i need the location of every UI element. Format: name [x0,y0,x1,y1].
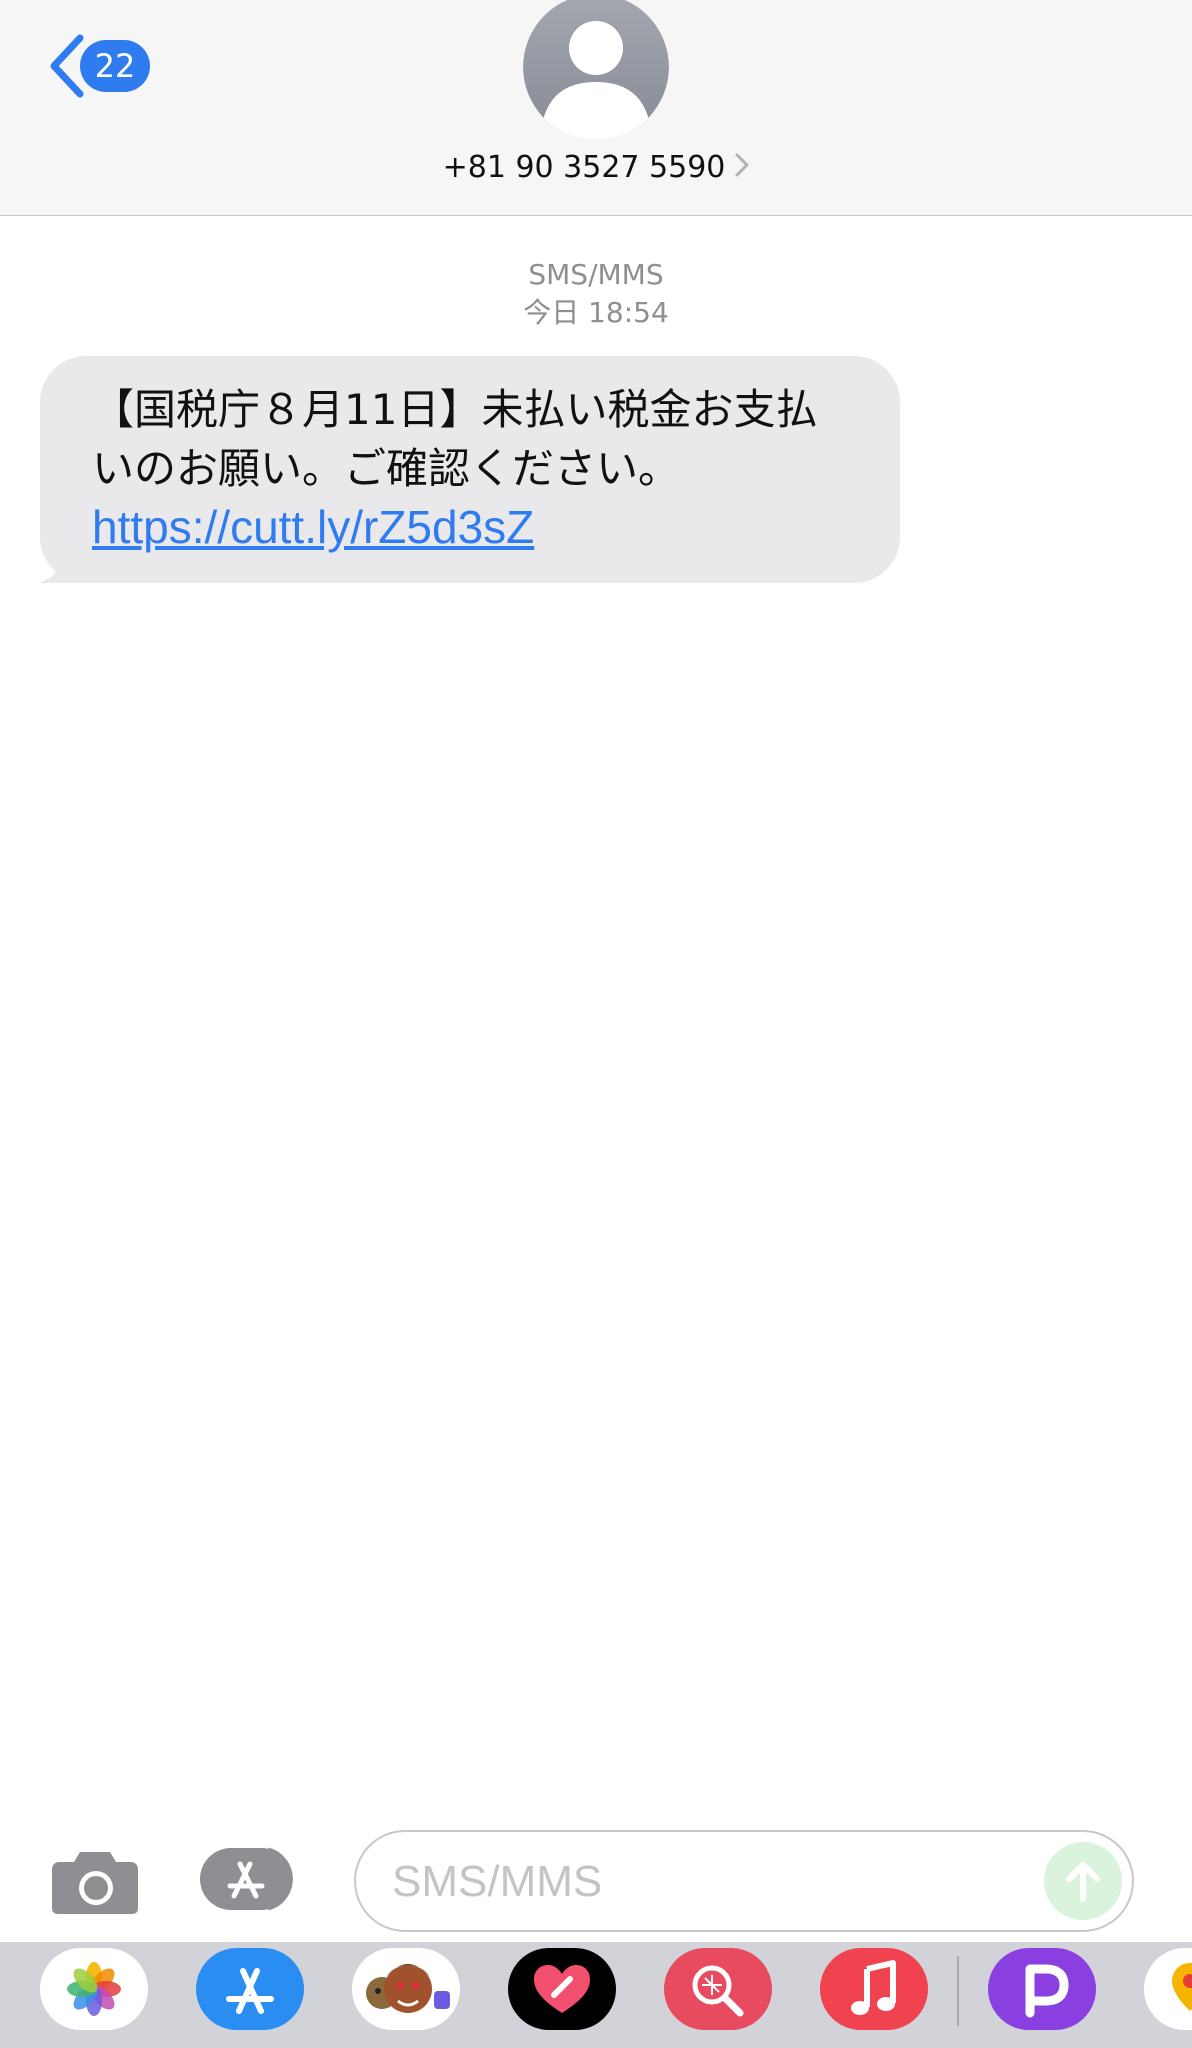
drawer-divider [957,1956,959,2026]
search-icon [692,1965,744,2017]
heart-icon [534,1965,590,2013]
message-input[interactable] [392,1854,1032,1910]
contact-number: +81 90 3527 5590 [442,150,726,185]
photos-icon [67,1962,121,2016]
message-link[interactable]: https://cutt.ly/rZ5d3sZ [92,498,864,557]
conversation-header: 22 +81 90 3527 5590 [0,0,1192,216]
music-app[interactable] [820,1948,928,2030]
incoming-message-bubble[interactable]: 【国税庁８月11日】未払い税金お支払 いのお願い。ご確認ください。 https:… [38,356,900,583]
camera-button[interactable] [50,1846,140,1916]
app-drawer [0,1942,1192,2048]
memoji-icon [366,1964,450,2013]
photos-app[interactable] [40,1948,148,2030]
arrow-up-icon [1066,1862,1100,1902]
app-store-app[interactable] [196,1948,304,2030]
contact-name-button[interactable]: +81 90 3527 5590 [0,150,1192,185]
chevron-right-icon [735,150,749,185]
message-field[interactable] [354,1830,1134,1932]
maps-app[interactable] [1144,1948,1192,2030]
app-store-icon [226,1968,274,2014]
send-button[interactable] [1044,1842,1122,1920]
message-line: 【国税庁８月11日】未払い税金お支払 [92,385,818,434]
camera-icon [52,1852,138,1914]
music-note-icon [851,1960,896,2015]
p-logo-icon [1025,1964,1069,2018]
memoji-app[interactable] [352,1948,460,2030]
message-timestamp: 今日 18:54 [523,296,669,329]
service-label: SMS/MMS [528,258,664,291]
person-icon [523,0,669,140]
app-store-icon [200,1847,293,1911]
p-app[interactable] [988,1948,1096,2030]
bubble-tail [38,535,98,583]
heart-app[interactable] [508,1948,616,2030]
back-button[interactable]: 22 [46,34,150,98]
search-app[interactable] [664,1948,772,2030]
message-meta: SMS/MMS 今日 18:54 [0,256,1192,332]
composer-bar [0,1822,1192,1940]
message-row: 【国税庁８月11日】未払い税金お支払 いのお願い。ご確認ください。 https:… [38,356,900,583]
contact-avatar[interactable] [523,0,669,140]
message-line: いのお願い。ご確認ください。 [92,444,681,493]
apps-button[interactable] [198,1844,308,1914]
message-text: 【国税庁８月11日】未払い税金お支払 いのお願い。ご確認ください。 https:… [92,380,864,557]
unread-count-badge: 22 [80,40,150,92]
map-pin-icon [1172,1963,1192,2011]
